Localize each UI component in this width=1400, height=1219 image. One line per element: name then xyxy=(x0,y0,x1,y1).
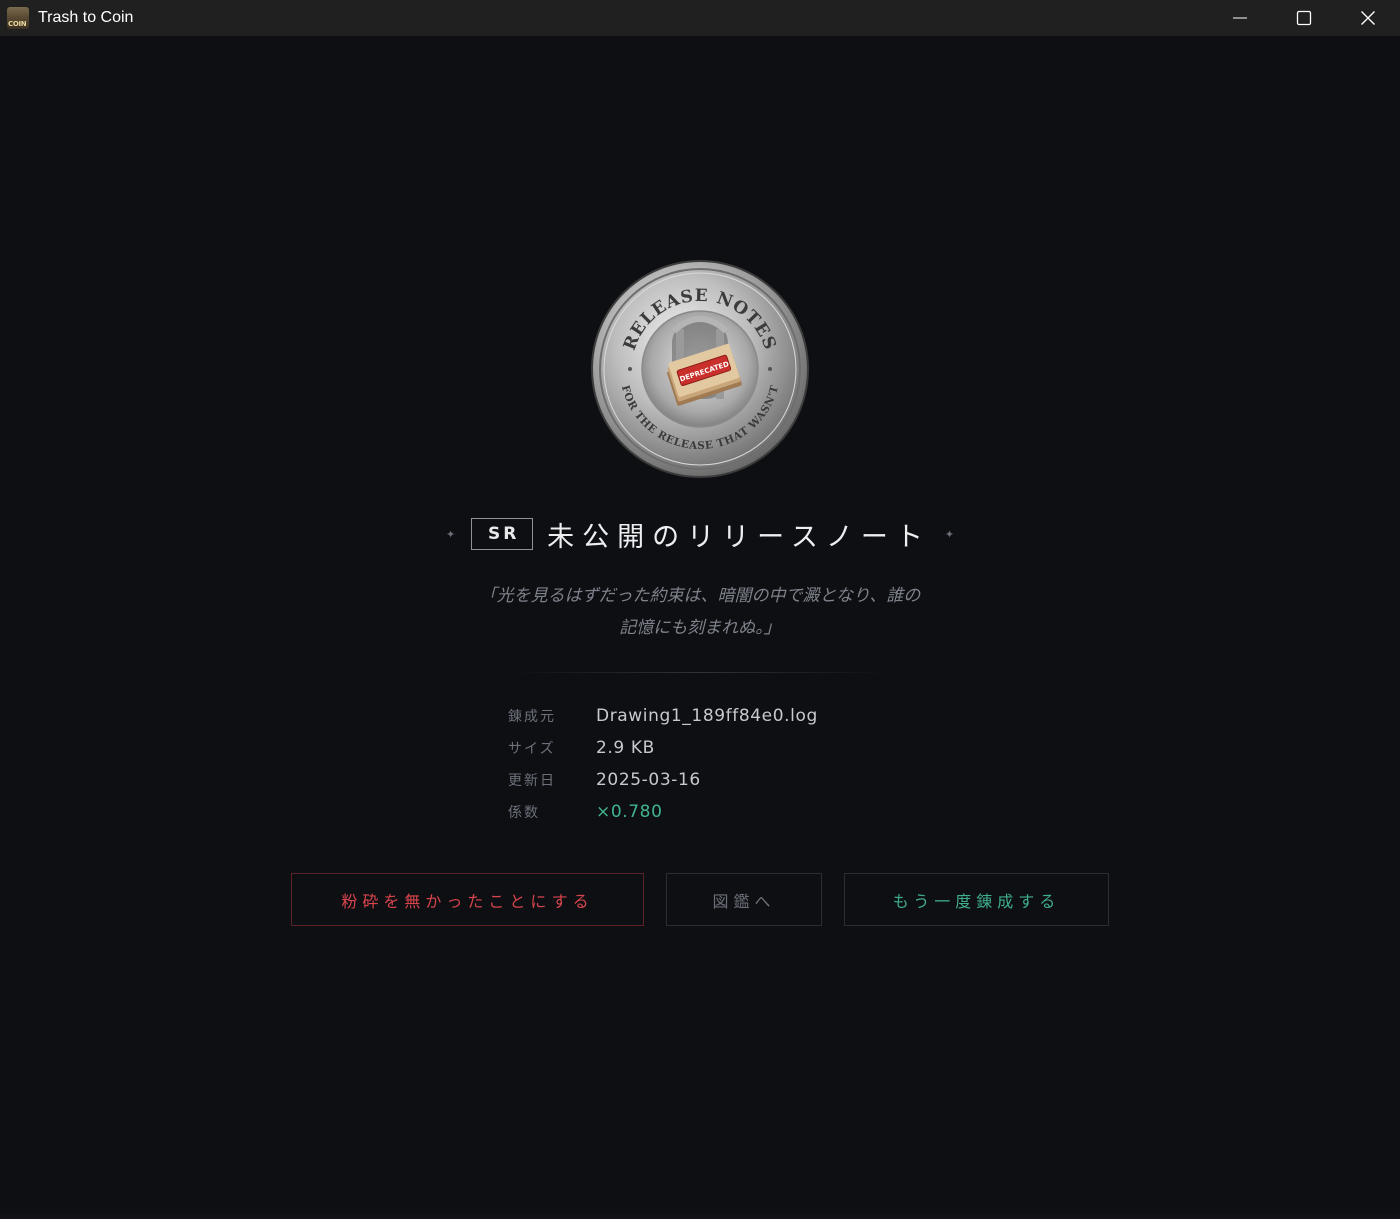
close-button[interactable] xyxy=(1336,0,1400,36)
info-row-source: 錬成元 Drawing1_189ff84e0.log xyxy=(508,700,818,732)
craft-again-button[interactable]: もう一度錬成する xyxy=(844,873,1109,926)
coin-image: DEPRECATED RELEASE NOTES FOR THE RELEASE… xyxy=(590,259,810,479)
info-row-size: サイズ 2.9 KB xyxy=(508,732,818,764)
flavor-line: 記憶にも刻まれぬ。」 xyxy=(619,618,781,638)
minimize-button[interactable] xyxy=(1208,0,1272,36)
undo-crush-button[interactable]: 粉砕を無かったことにする xyxy=(291,873,644,926)
app-window: Trash to Coin xyxy=(0,0,1400,1219)
close-icon xyxy=(1361,11,1375,25)
minimize-icon xyxy=(1233,17,1247,19)
bottom-edge xyxy=(0,1214,1400,1219)
release-notes-coin-icon: DEPRECATED RELEASE NOTES FOR THE RELEASE… xyxy=(591,260,809,478)
coefficient-value: ×0.780 xyxy=(596,802,663,822)
window-controls xyxy=(1208,0,1400,36)
item-name: 未公開のリリースノート xyxy=(547,521,931,553)
info-row-updated: 更新日 2025-03-16 xyxy=(508,764,818,796)
sparkle-icon: ✦ xyxy=(944,527,955,541)
info-label: 係数 xyxy=(508,805,540,821)
app-logo-icon xyxy=(7,7,29,29)
flavor-text: 「光を見るはずだった約束は、暗闇の中で澱となり、誰の 記憶にも刻まれぬ。」 xyxy=(400,580,1000,644)
size-value: 2.9 KB xyxy=(596,738,655,758)
result-title-row: ✦ SR 未公開のリリースノート ✦ xyxy=(0,514,1400,554)
info-label: サイズ xyxy=(508,741,556,757)
collection-button[interactable]: 図鑑へ xyxy=(666,873,822,926)
source-file-value: Drawing1_189ff84e0.log xyxy=(596,706,818,726)
item-info-list: 錬成元 Drawing1_189ff84e0.log サイズ 2.9 KB 更新… xyxy=(508,700,818,828)
sparkle-icon: ✦ xyxy=(445,527,456,541)
updated-date-value: 2025-03-16 xyxy=(596,770,701,790)
window-title: Trash to Coin xyxy=(38,9,134,26)
divider xyxy=(510,672,890,673)
rarity-badge: SR xyxy=(471,518,534,550)
flavor-line: 「光を見るはずだった約束は、暗闇の中で澱となり、誰の xyxy=(479,586,921,606)
title-bar[interactable]: Trash to Coin xyxy=(0,0,1400,36)
maximize-icon xyxy=(1296,10,1312,26)
info-label: 錬成元 xyxy=(508,709,556,725)
info-label: 更新日 xyxy=(508,773,556,789)
maximize-button[interactable] xyxy=(1272,0,1336,36)
info-row-coefficient: 係数 ×0.780 xyxy=(508,796,818,828)
